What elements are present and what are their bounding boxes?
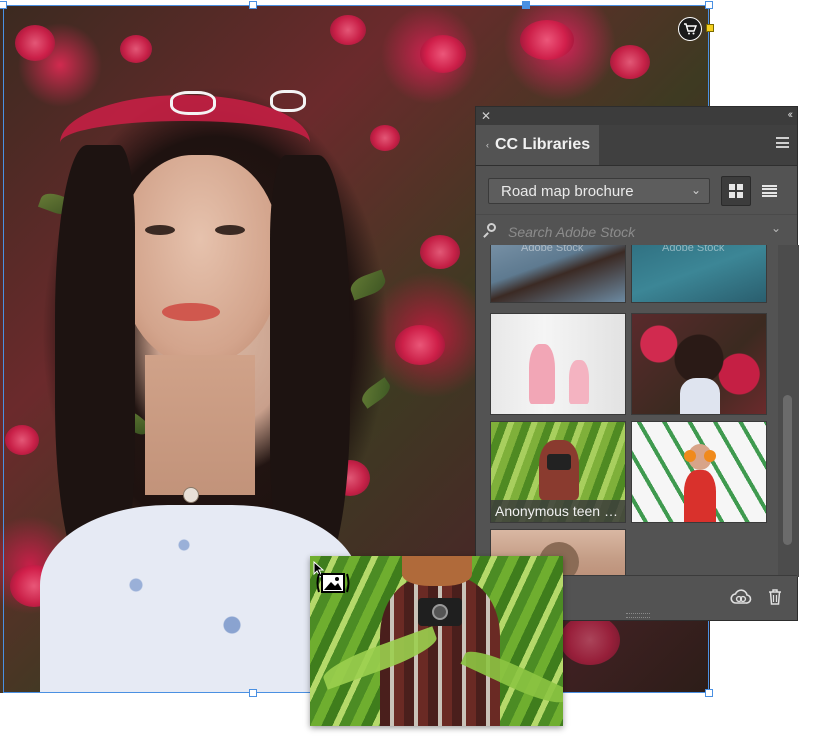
eye [215, 225, 245, 235]
library-asset-grid: Adobe Stock Adobe Stock Anonymous teen … [476, 245, 778, 577]
asset-thumbnail[interactable]: Adobe Stock [490, 245, 626, 303]
thumb-figure [539, 440, 579, 500]
photo-flower [520, 20, 574, 60]
search-icon [487, 223, 496, 232]
panel-title-bar[interactable]: ✕ ‹‹ [476, 107, 797, 125]
asset-thumbnail[interactable]: Adobe Stock [631, 245, 767, 303]
asset-thumbnail[interactable]: Anonymous teen … [490, 421, 626, 523]
photo-flower [15, 25, 55, 61]
library-row: Road map brochure ⌄ [476, 166, 797, 214]
library-dropdown[interactable]: Road map brochure ⌄ [488, 178, 710, 204]
resize-handle-bm[interactable] [249, 689, 257, 697]
asset-grid-scrollbar[interactable] [778, 245, 799, 577]
resize-handle-br[interactable] [705, 689, 713, 697]
tab-reorder-icon: ‹ [486, 139, 489, 150]
library-dropdown-value: Road map brochure [501, 182, 634, 200]
list-view-button[interactable] [754, 176, 784, 206]
photo-flower [330, 15, 366, 45]
thumb-orange [704, 450, 716, 462]
place-image-icon [312, 560, 356, 600]
photo-flower [395, 325, 445, 365]
photo-leaf [347, 269, 389, 301]
panel-resize-grip[interactable] [626, 613, 650, 618]
shopping-cart-icon[interactable] [678, 17, 702, 41]
face [120, 155, 280, 365]
creative-cloud-icon[interactable] [729, 585, 753, 609]
scrollbar-thumb[interactable] [783, 395, 792, 545]
photo-flower [610, 45, 650, 79]
thumb-figure [684, 470, 716, 522]
trash-icon[interactable] [763, 585, 787, 609]
resize-handle-tm[interactable] [249, 1, 257, 9]
crown-ribbon [270, 90, 306, 112]
lips [162, 303, 220, 321]
panel-menu-icon[interactable] [776, 137, 789, 148]
thumb-figure [680, 378, 720, 414]
grid-view-button[interactable] [721, 176, 751, 206]
resize-handle-tr[interactable] [705, 1, 713, 9]
asset-caption: Anonymous teen … [491, 500, 625, 522]
photo-flower [420, 35, 466, 73]
asset-thumbnail[interactable] [631, 421, 767, 523]
photo-flower [370, 125, 400, 151]
resize-handle-tl[interactable] [0, 1, 7, 9]
resize-handle-center[interactable] [522, 1, 530, 9]
photo-flower [560, 615, 620, 665]
panel-tab-bar: ‹ CC Libraries [476, 125, 797, 166]
tab-cc-libraries[interactable]: ‹ CC Libraries [476, 125, 599, 165]
chevron-down-icon: ⌄ [690, 183, 701, 197]
stock-watermark: Adobe Stock [662, 245, 725, 254]
stock-search-row: ⌄ [476, 214, 797, 249]
close-icon[interactable]: ✕ [481, 109, 491, 123]
necklace-pendant [183, 487, 199, 503]
preview-camera [418, 598, 462, 626]
crown-ribbon [170, 91, 216, 115]
list-icon [761, 184, 777, 198]
asset-thumbnail[interactable] [490, 313, 626, 415]
photo-flower [5, 425, 39, 455]
thumb-figure [529, 344, 555, 404]
thumb-orange [684, 450, 696, 462]
neck [145, 355, 255, 495]
thumb-camera [547, 454, 571, 470]
double-chevron-icon[interactable]: ‹‹ [788, 109, 794, 121]
photo-leaf [358, 377, 394, 409]
preview-figure-hair [402, 556, 472, 586]
photo-flower [420, 235, 460, 269]
tab-title: CC Libraries [495, 136, 591, 153]
chevron-down-icon[interactable]: ⌄ [771, 221, 781, 235]
grid-icon [729, 184, 743, 198]
cc-libraries-panel: ✕ ‹‹ ‹ CC Libraries Road map brochure ⌄ … [475, 106, 799, 621]
stock-search-input[interactable] [506, 221, 760, 243]
photo-flower [120, 35, 152, 63]
stock-watermark: Adobe Stock [521, 245, 584, 254]
live-corners-widget[interactable] [706, 24, 714, 32]
eye [145, 225, 175, 235]
thumb-figure [569, 360, 589, 404]
asset-thumbnail[interactable] [631, 313, 767, 415]
